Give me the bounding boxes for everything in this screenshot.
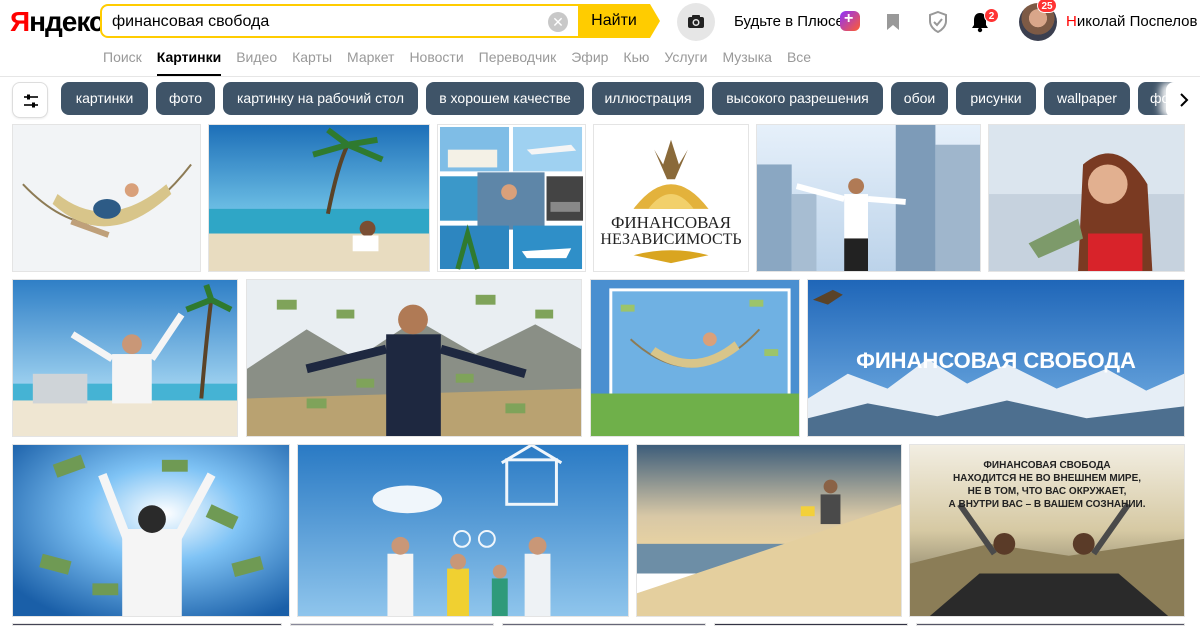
related-queries-bar: картинки фото картинку на рабочий стол в… [0,80,1200,120]
camera-search-button[interactable] [677,3,715,41]
image-result[interactable] [756,124,981,272]
notifications-badge: 2 [984,8,999,23]
search-button[interactable]: Найти [578,4,650,38]
chip-quality[interactable]: в хорошем качестве [426,82,584,115]
nav-item-efir[interactable]: Эфир [571,48,608,76]
yandex-logo[interactable]: Яндекс [10,6,105,38]
header: Яндекс ✕ Найти Будьте в Плюсе 2 25 Никол… [0,0,1200,78]
chip-illustration[interactable]: иллюстрация [592,82,704,115]
nav-item-all[interactable]: Все [787,48,811,76]
chip-drawings[interactable]: рисунки [956,82,1036,115]
profile-badge: 25 [1037,0,1057,13]
image-result[interactable]: ФИНАНСОВАЯ НЕЗАВИСИМОСТЬ [593,124,749,272]
search-field: ✕ [100,4,578,38]
image-result[interactable] [988,124,1185,272]
image-caption: НЕЗАВИСИМОСТЬ [600,231,742,248]
chips-next-button[interactable] [1166,82,1200,118]
filters-button[interactable] [12,82,48,118]
chip-wallpaper[interactable]: wallpaper [1044,82,1130,115]
image-result[interactable] [246,279,582,437]
chip-kartinki[interactable]: картинки [61,82,148,115]
nav-item-news[interactable]: Новости [409,48,463,76]
chip-desktop[interactable]: картинку на рабочий стол [223,82,418,115]
plus-promo-link[interactable]: Будьте в Плюсе [734,13,844,30]
search-input[interactable] [112,12,532,32]
nav-item-translate[interactable]: Переводчик [479,48,557,76]
nav-item-images[interactable]: Картинки [156,48,222,76]
shield-icon[interactable] [928,11,948,33]
chip-foto[interactable]: фото [156,82,215,115]
nav-item-video[interactable]: Видео [236,48,277,76]
image-result[interactable] [12,124,201,272]
search-bar: ✕ Найти [100,4,660,38]
image-caption: ФИНАНСОВАЯ СВОБОДА НАХОДИТСЯ НЕ ВО ВНЕШН… [948,460,1146,510]
image-result[interactable] [208,124,430,272]
chip-high-res[interactable]: высокого разрешения [712,82,883,115]
nav-item-market[interactable]: Маркет [347,48,394,76]
user-name[interactable]: Николай Поспелов [1066,13,1197,30]
nav-item-music[interactable]: Музыка [722,48,772,76]
nav-item-search[interactable]: Поиск [103,48,142,76]
nav-item-q[interactable]: Кью [623,48,649,76]
image-result[interactable] [636,444,902,617]
image-result[interactable]: ФИНАНСОВАЯ СВОБОДА [807,279,1185,437]
search-button-arrow [650,4,660,38]
image-result[interactable] [590,279,800,437]
service-nav: Поиск Картинки Видео Карты Маркет Новост… [103,48,826,76]
header-divider [0,76,1200,77]
image-result[interactable] [12,444,290,617]
image-caption: ФИНАНСОВАЯ СВОБОДА [856,348,1136,373]
image-caption: ФИНАНСОВАЯ [610,213,732,232]
nav-item-services[interactable]: Услуги [664,48,707,76]
image-result[interactable]: ФИНАНСОВАЯ СВОБОДА НАХОДИТСЯ НЕ ВО ВНЕШН… [909,444,1185,617]
bookmark-icon[interactable] [884,12,902,32]
plus-icon[interactable] [840,10,864,35]
clear-icon[interactable]: ✕ [548,12,568,32]
image-result[interactable] [437,124,586,272]
sliders-icon [24,94,38,108]
image-result[interactable] [12,279,238,437]
chip-wallpapers[interactable]: обои [891,82,948,115]
image-result[interactable] [297,444,629,617]
chevron-right-icon [1180,93,1189,107]
camera-icon [688,15,704,28]
nav-item-maps[interactable]: Карты [292,48,332,76]
